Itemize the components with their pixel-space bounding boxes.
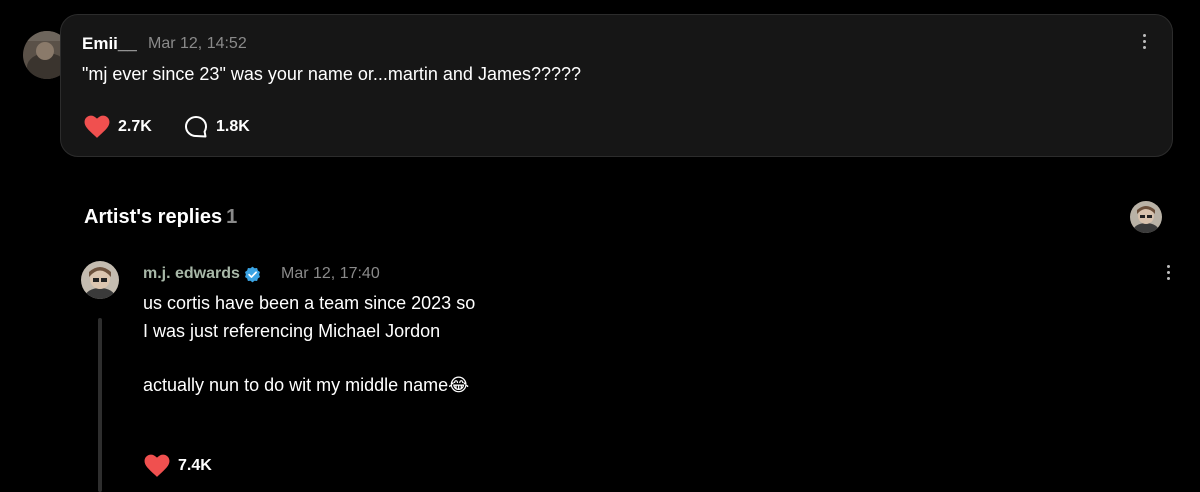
artist-replies-count: 1	[226, 206, 238, 228]
reply-like-button[interactable]: 7.4K	[144, 454, 212, 478]
comment-text: "mj ever since 23" was your name or...ma…	[82, 64, 582, 84]
reply-author-name: m.j. edwards	[143, 265, 240, 282]
reply-author-avatar[interactable]	[81, 261, 119, 299]
thread-line	[98, 318, 102, 492]
more-vertical-icon[interactable]	[1143, 34, 1147, 52]
reply-author[interactable]: m.j. edwards	[143, 265, 261, 283]
reply-text-line-1: us cortis have been a team since 2023 so	[143, 293, 476, 313]
reply-text-line-2: I was just referencing Michael Jordon	[143, 321, 441, 341]
heart-icon	[84, 115, 110, 138]
artist-avatar-small[interactable]	[1130, 201, 1162, 233]
comment-timestamp: Mar 12, 14:52	[148, 35, 247, 52]
comment-like-count: 2.7K	[118, 118, 152, 135]
comments-page: Emii__ Mar 12, 14:52 "mj ever since 23" …	[0, 0, 1200, 492]
artist-replies-header: Artist's replies 1	[84, 206, 237, 229]
reply-text-line-3: actually nun to do wit my middle name😂	[143, 375, 470, 395]
reply-like-count: 7.4K	[178, 457, 212, 474]
artist-replies-title: Artist's replies	[84, 206, 223, 228]
comment-reply-button[interactable]: 1.8K	[184, 115, 250, 139]
comment-like-button[interactable]: 2.7K	[84, 115, 152, 139]
verified-badge-icon	[244, 266, 260, 282]
reply-timestamp: Mar 12, 17:40	[281, 265, 380, 282]
comment-reply-count: 1.8K	[216, 118, 250, 135]
heart-icon	[144, 454, 170, 477]
comment-author[interactable]: Emii__	[82, 34, 137, 54]
more-vertical-icon[interactable]	[1167, 265, 1171, 283]
speech-bubble-icon	[185, 116, 207, 138]
